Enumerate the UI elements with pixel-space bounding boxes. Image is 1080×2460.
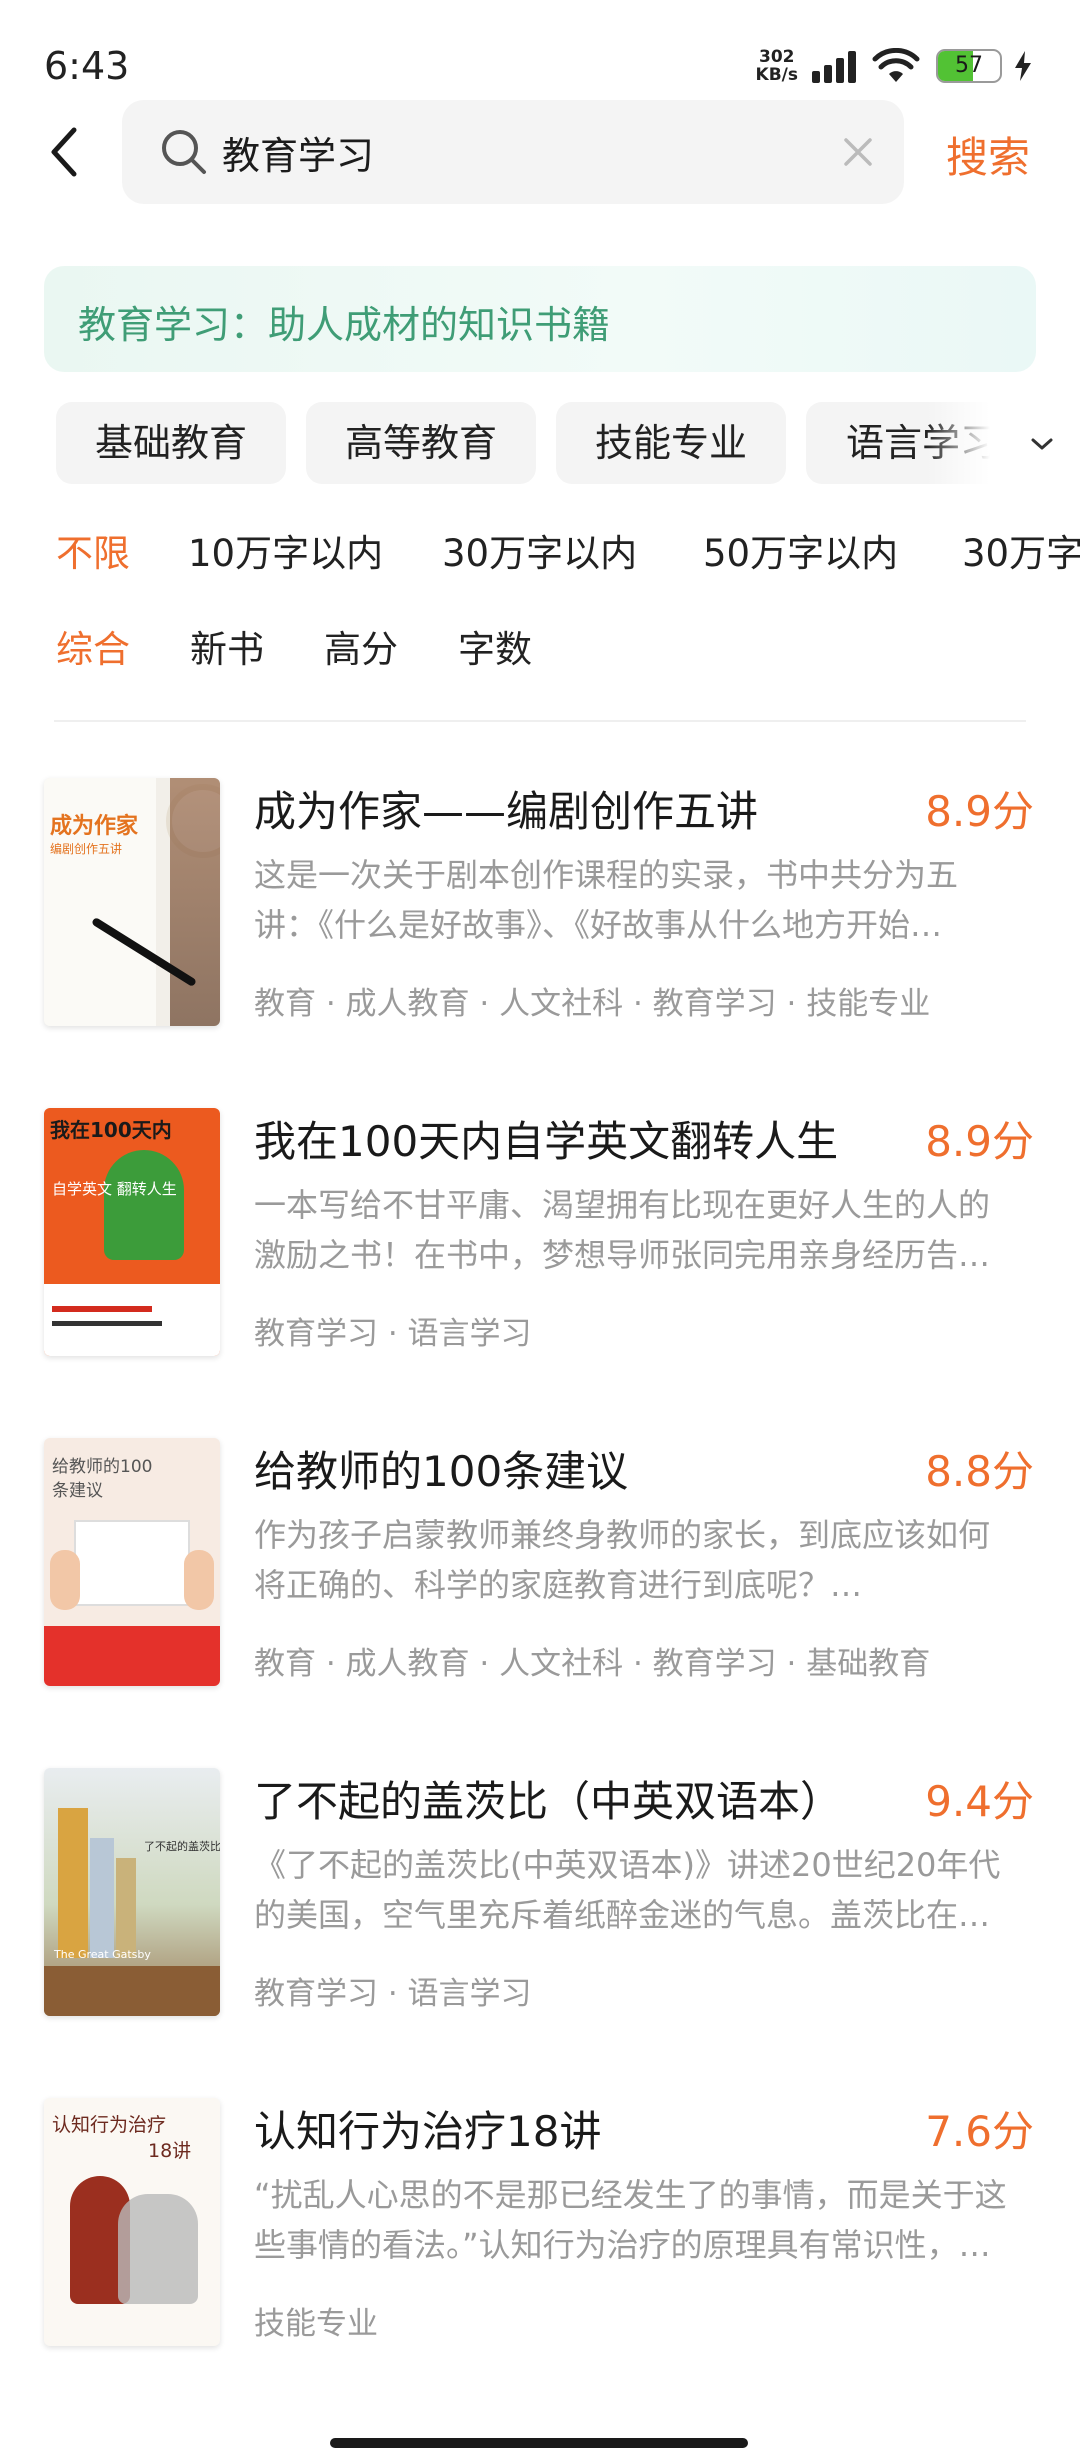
cover-title: 我在100天内 bbox=[50, 1118, 172, 1142]
filter-word-count-option[interactable]: 不限 bbox=[56, 524, 130, 584]
book-description: 作为孩子启蒙教师兼终身教师的家长，到底应该如何 将正确的、科学的家庭教育进行到底… bbox=[254, 1510, 1024, 1610]
filter-word-count-option[interactable]: 50万字以内 bbox=[703, 524, 898, 584]
search-header: 搜索 bbox=[0, 100, 1080, 206]
book-score: 8.9分 bbox=[925, 787, 1034, 836]
sort-filter: 综合 新书 高分 字数 bbox=[0, 620, 1080, 680]
cover-subtitle: 编剧创作五讲 bbox=[50, 842, 123, 856]
category-chip[interactable]: 技能专业 bbox=[556, 402, 786, 484]
search-button[interactable]: 搜索 bbox=[946, 124, 1030, 185]
topic-banner-text: 教育学习：助人成材的知识书籍 bbox=[78, 303, 611, 347]
book-description-line: 讲：《什么是好故事》、《好故事从什么地方开始… bbox=[254, 906, 943, 944]
book-description-line: 的美国，空气里充斥着纸醉金迷的气息。盖茨比在… bbox=[254, 1896, 991, 1934]
book-list-item[interactable]: 成为作家 编剧创作五讲 成为作家——编剧创作五讲 8.9分 这是一次关于剧本创作… bbox=[0, 778, 1080, 1078]
book-description-line: 些事情的看法。”认知行为治疗的原理具有常识性，… bbox=[254, 2226, 991, 2264]
network-speed-unit: KB/s bbox=[755, 65, 798, 85]
charging-bolt-icon bbox=[1015, 51, 1031, 81]
book-description-line: 作为孩子启蒙教师兼终身教师的家长，到底应该如何 bbox=[254, 1516, 991, 1554]
chevron-left-icon bbox=[51, 127, 77, 177]
book-list-item[interactable]: 给教师的100 条建议 给教师的100条建议 8.8分 作为孩子启蒙教师兼终身教… bbox=[0, 1438, 1080, 1738]
book-description-line: 将正确的、科学的家庭教育进行到底呢？… bbox=[254, 1566, 863, 1604]
book-cover[interactable]: 给教师的100 条建议 bbox=[44, 1438, 220, 1686]
filter-word-count-option[interactable]: 30万字 bbox=[962, 524, 1080, 584]
status-time: 6:43 bbox=[44, 44, 130, 88]
status-icons: 302 KB/s 57 bbox=[756, 44, 1034, 88]
category-chip[interactable]: 基础教育 bbox=[56, 402, 286, 484]
book-description-line: 《了不起的盖茨比(中英双语本)》讲述20世纪20年代 bbox=[254, 1846, 1001, 1884]
book-title[interactable]: 给教师的100条建议 bbox=[254, 1438, 894, 1499]
cover-title: 给教师的100 bbox=[52, 1457, 153, 1477]
category-chip[interactable]: 高等教育 bbox=[306, 402, 536, 484]
search-results-screen: 6:43 302 KB/s 57 教育学习 搜索 教育学习：助人成材的知识书籍 … bbox=[0, 0, 1080, 2460]
book-tags: 教育 · 成人教育 · 人文社科 · 教育学习 · 基础教育 bbox=[254, 1646, 931, 1682]
book-description: 《了不起的盖茨比(中英双语本)》讲述20世纪20年代 的美国，空气里充斥着纸醉金… bbox=[254, 1840, 1024, 1940]
category-chips: 基础教育 高等教育 技能专业 语言学习 bbox=[0, 402, 1080, 486]
search-icon bbox=[162, 130, 206, 174]
cover-title: 了不起的盖茨比 bbox=[144, 1840, 220, 1853]
wifi-icon bbox=[872, 48, 920, 82]
chevron-down-icon bbox=[1031, 438, 1053, 450]
cover-subtitle: 自学英文 翻转人生 bbox=[52, 1180, 177, 1198]
book-tags: 技能专业 bbox=[254, 2306, 378, 2342]
book-description: “扰乱人心思的不是那已经发生了的事情，而是关于这 些事情的看法。”认知行为治疗的… bbox=[254, 2170, 1024, 2270]
book-title[interactable]: 我在100天内自学英文翻转人生 bbox=[254, 1108, 894, 1169]
book-score: 9.4分 bbox=[925, 1777, 1034, 1826]
search-box[interactable] bbox=[122, 100, 904, 204]
book-list-item[interactable]: 我在100天内 自学英文 翻转人生 我在100天内自学英文翻转人生 8.9分 一… bbox=[0, 1108, 1080, 1408]
filter-word-count-option[interactable]: 30万字以内 bbox=[442, 524, 637, 584]
book-tags: 教育学习 · 语言学习 bbox=[254, 1316, 532, 1352]
back-button[interactable] bbox=[34, 120, 94, 184]
book-description-line: “扰乱人心思的不是那已经发生了的事情，而是关于这 bbox=[254, 2176, 1007, 2214]
book-title[interactable]: 成为作家——编剧创作五讲 bbox=[254, 778, 894, 839]
word-count-filter: 不限 10万字以内 30万字以内 50万字以内 30万字 bbox=[0, 524, 1080, 584]
cellular-signal-icon bbox=[812, 49, 856, 83]
book-title[interactable]: 认知行为治疗18讲 bbox=[254, 2098, 894, 2159]
home-indicator[interactable] bbox=[330, 2438, 748, 2448]
battery-level: 57 bbox=[955, 53, 983, 78]
sort-option[interactable]: 高分 bbox=[324, 620, 398, 680]
book-description: 这是一次关于剧本创作课程的实录，书中共分为五 讲：《什么是好故事》、《好故事从什… bbox=[254, 850, 1024, 950]
sort-option[interactable]: 综合 bbox=[56, 620, 130, 680]
cover-subtitle: The Great Gatsby bbox=[54, 1948, 151, 1961]
cover-title: 成为作家 bbox=[50, 814, 139, 839]
book-score: 8.9分 bbox=[925, 1117, 1034, 1166]
book-description-line: 一本写给不甘平庸、渴望拥有比现在更好人生的人的 bbox=[254, 1186, 991, 1224]
book-description-line: 这是一次关于剧本创作课程的实录，书中共分为五 bbox=[254, 856, 959, 894]
book-title[interactable]: 了不起的盖茨比（中英双语本） bbox=[254, 1768, 894, 1829]
expand-categories-button[interactable] bbox=[1004, 402, 1080, 486]
book-cover[interactable]: 认知行为治疗 18讲 bbox=[44, 2098, 220, 2346]
network-speed: 302 KB/s bbox=[756, 48, 798, 84]
book-cover[interactable]: 我在100天内 自学英文 翻转人生 bbox=[44, 1108, 220, 1356]
book-tags: 教育学习 · 语言学习 bbox=[254, 1976, 532, 2012]
book-list-item[interactable]: 认知行为治疗 18讲 认知行为治疗18讲 7.6分 “扰乱人心思的不是那已经发生… bbox=[0, 2098, 1080, 2398]
battery-icon: 57 bbox=[936, 49, 1002, 83]
book-cover[interactable]: 成为作家 编剧创作五讲 bbox=[44, 778, 220, 1026]
book-score: 7.6分 bbox=[925, 2107, 1034, 2156]
book-score: 8.8分 bbox=[925, 1447, 1034, 1496]
cover-subtitle: 18讲 bbox=[148, 2140, 192, 2162]
chip-row-fade bbox=[926, 402, 1006, 486]
sort-option[interactable]: 新书 bbox=[190, 620, 264, 680]
book-description-line: 激励之书！在书中，梦想导师张同完用亲身经历告… bbox=[254, 1236, 991, 1274]
sort-option[interactable]: 字数 bbox=[458, 620, 532, 680]
cover-subtitle: 条建议 bbox=[52, 1481, 103, 1501]
filter-divider bbox=[54, 720, 1026, 722]
network-speed-value: 302 bbox=[759, 47, 795, 67]
book-cover[interactable]: 了不起的盖茨比 The Great Gatsby bbox=[44, 1768, 220, 2016]
book-description: 一本写给不甘平庸、渴望拥有比现在更好人生的人的 激励之书！在书中，梦想导师张同完… bbox=[254, 1180, 1024, 1280]
topic-banner[interactable]: 教育学习：助人成材的知识书籍 bbox=[44, 266, 1036, 372]
book-list-item[interactable]: 了不起的盖茨比 The Great Gatsby 了不起的盖茨比（中英双语本） … bbox=[0, 1768, 1080, 2068]
clear-icon[interactable] bbox=[840, 134, 876, 170]
book-tags: 教育 · 成人教育 · 人文社科 · 教育学习 · 技能专业 bbox=[254, 986, 931, 1022]
cover-title: 认知行为治疗 bbox=[52, 2114, 167, 2136]
search-input[interactable] bbox=[222, 118, 782, 186]
filter-word-count-option[interactable]: 10万字以内 bbox=[188, 524, 383, 584]
